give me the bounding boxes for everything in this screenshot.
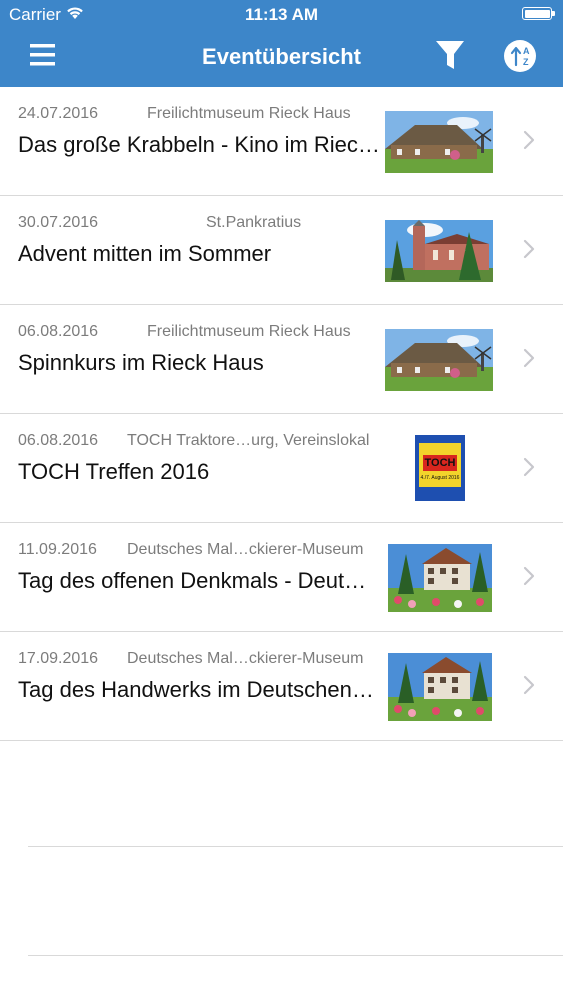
battery-icon xyxy=(522,7,552,20)
filter-button[interactable] xyxy=(431,38,471,74)
event-date: 24.07.2016 xyxy=(18,105,99,122)
chevron-right-icon xyxy=(522,565,536,592)
navigation-bar: Carrier 11:13 AM Eventübersicht A Z xyxy=(0,0,563,87)
empty-row-separator xyxy=(28,955,563,956)
event-row[interactable]: 24.07.2016 Freilichtmuseum Rieck Haus Das … xyxy=(0,87,563,196)
event-row[interactable]: 30.07.2016 St.Pankratius Advent mitten im … xyxy=(0,196,563,305)
event-date: 11.09.2016 xyxy=(18,541,97,558)
event-row[interactable]: 11.09.2016 Deutsches Mal…ckierer-Museum Ta… xyxy=(0,523,563,632)
event-thumbnail xyxy=(385,220,493,282)
event-row[interactable]: 06.08.2016 Freilichtmuseum Rieck Haus Spin… xyxy=(0,305,563,414)
filter-icon xyxy=(436,41,464,69)
event-title: Advent mitten im Sommer xyxy=(18,241,272,266)
event-date: 17.09.2016 xyxy=(18,650,99,667)
battery-tip xyxy=(552,11,555,16)
event-thumbnail xyxy=(385,111,493,173)
event-row[interactable]: 06.08.2016 TOCH Traktore…urg, Vereinsloka… xyxy=(0,414,563,523)
event-venue: TOCH Traktore…urg, Vereinslokal xyxy=(127,432,370,449)
status-time: 11:13 AM xyxy=(244,5,319,24)
event-date: 06.08.2016 xyxy=(18,323,99,340)
chevron-right-icon xyxy=(522,347,536,374)
chevron-right-icon xyxy=(522,456,536,483)
event-title: Spinnkurs im Rieck Haus xyxy=(18,350,264,375)
event-venue: Freilichtmuseum Rieck Haus xyxy=(147,105,351,122)
event-venue: St.Pankratius xyxy=(206,214,302,231)
event-venue: Deutsches Mal…ckierer-Museum xyxy=(127,650,364,667)
empty-row-separator xyxy=(28,846,563,847)
sort-az-icon: A Z xyxy=(504,40,536,72)
event-row[interactable]: 17.09.2016 Deutsches Mal…ckierer-Museum Ta… xyxy=(0,632,563,741)
event-thumbnail xyxy=(388,653,492,721)
chevron-right-icon xyxy=(522,129,536,156)
event-title: TOCH Treffen 2016 xyxy=(18,459,210,484)
svg-text:Z: Z xyxy=(523,57,529,67)
event-date: 06.08.2016 xyxy=(18,432,99,449)
event-title: Tag des Handwerks im Deutschen… xyxy=(18,677,374,702)
svg-text:A: A xyxy=(523,46,530,56)
event-list: 24.07.2016 Freilichtmuseum Rieck Haus Das … xyxy=(0,87,563,741)
chevron-right-icon xyxy=(522,238,536,265)
event-thumbnail: TOCH 4./7. August 2016 xyxy=(415,435,465,501)
event-venue: Freilichtmuseum Rieck Haus xyxy=(147,323,351,340)
status-bar: Carrier 11:13 AM xyxy=(0,0,563,30)
page-title: Eventübersicht xyxy=(202,44,361,69)
chevron-right-icon xyxy=(522,674,536,701)
event-thumbnail xyxy=(385,329,493,391)
poster-date: 4./7. August 2016 xyxy=(420,475,460,481)
event-title: Das große Krabbeln - Kino im Riec… xyxy=(18,132,380,157)
event-thumbnail xyxy=(388,544,492,612)
poster-title: TOCH xyxy=(424,457,456,469)
event-venue: Deutsches Mal…ckierer-Museum xyxy=(127,541,364,558)
event-date: 30.07.2016 xyxy=(18,214,99,231)
sort-button[interactable]: A Z xyxy=(502,38,538,74)
event-title: Tag des offenen Denkmals - Deut… xyxy=(18,568,367,593)
